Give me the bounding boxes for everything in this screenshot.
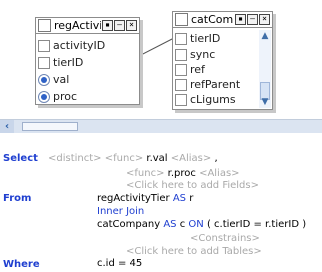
as-keyword: AS [172, 193, 187, 204]
table-header[interactable]: catComp ▪ – × [173, 12, 272, 28]
field-label: refParent [190, 78, 241, 91]
table-name[interactable]: catCompany [97, 219, 160, 230]
field-checkbox[interactable] [175, 48, 187, 61]
field-tierid[interactable]: tierID [173, 30, 272, 47]
from-table-2: catCompany AS c ON ( c.tierID = r.tierID… [97, 219, 306, 230]
field-selected-indicator[interactable] [38, 73, 50, 86]
field-checkbox[interactable] [175, 78, 187, 91]
arrow-up-icon[interactable]: ▲ [259, 30, 271, 42]
diagram-canvas[interactable]: regActivi ▪ – × activityID tierID val pr… [0, 0, 322, 119]
field-proc[interactable]: proc [36, 88, 139, 105]
field-selected-indicator[interactable] [38, 90, 50, 103]
close-button[interactable]: × [126, 20, 137, 31]
select-all-checkbox[interactable] [38, 19, 51, 32]
field-label: tierID [53, 56, 84, 69]
field-refparent[interactable]: refParent [173, 77, 272, 92]
field-expression[interactable]: r.val [146, 153, 167, 164]
table-alias[interactable]: c [180, 219, 186, 230]
field-val[interactable]: val [36, 71, 139, 88]
from-table-1: regActivityTier AS r [97, 193, 193, 204]
constraints-placeholder[interactable]: <Constrains> [190, 233, 260, 244]
field-tierid[interactable]: tierID [36, 54, 139, 71]
field-label: ref [190, 63, 205, 76]
minimize-button[interactable]: – [247, 14, 258, 25]
select-line-2: <func> r.proc <Alias> [126, 168, 240, 179]
table-box-catcompany[interactable]: catComp ▪ – × tierID sync ref refParent … [172, 11, 273, 110]
from-keyword[interactable]: From [3, 193, 31, 204]
as-keyword: AS [163, 219, 177, 230]
arrow-down-icon[interactable]: ▼ [259, 96, 271, 108]
field-cligums[interactable]: cLigums [173, 92, 272, 107]
field-checkbox[interactable] [175, 32, 187, 45]
on-keyword: ON [188, 219, 204, 230]
scroll-thumb[interactable] [22, 122, 78, 131]
field-label: tierID [190, 32, 221, 45]
add-tables-link[interactable]: <Click here to add Tables> [126, 246, 262, 257]
field-label: activityID [53, 39, 106, 52]
minimize-button[interactable]: – [114, 20, 125, 31]
table-header[interactable]: regActivi ▪ – × [36, 18, 139, 34]
select-line-1: <distinct> <func> r.val <Alias> , [48, 153, 218, 164]
alias-placeholder[interactable]: <Alias> [199, 168, 240, 179]
field-label: proc [53, 90, 78, 103]
field-sync[interactable]: sync [173, 47, 272, 62]
table-name[interactable]: regActivityTier [97, 193, 170, 204]
restore-button[interactable]: ▪ [102, 20, 113, 31]
field-label: sync [190, 48, 216, 61]
field-checkbox[interactable] [38, 39, 50, 52]
close-button[interactable]: × [259, 14, 270, 25]
where-keyword[interactable]: Where [3, 259, 40, 270]
select-keyword[interactable]: Select [3, 153, 38, 164]
table-alias[interactable]: r [189, 193, 193, 204]
field-label: val [53, 73, 70, 86]
distinct-placeholder[interactable]: <distinct> [48, 153, 102, 164]
func-placeholder[interactable]: <func> [126, 168, 164, 179]
table-title: regActivi [54, 19, 101, 32]
field-expression[interactable]: r.proc [168, 168, 196, 179]
where-condition[interactable]: c.id = 45 [97, 258, 142, 269]
field-label: cLigums [190, 93, 236, 106]
join-type[interactable]: Inner Join [97, 206, 144, 217]
field-separator: , [214, 153, 218, 164]
table-title: catComp [191, 13, 234, 26]
field-activityid[interactable]: activityID [36, 37, 139, 54]
field-ref[interactable]: ref [173, 62, 272, 77]
add-fields-link[interactable]: <Click here to add Fields> [126, 180, 259, 191]
chevron-left-icon[interactable]: ‹ [0, 120, 14, 133]
field-checkbox[interactable] [175, 93, 187, 106]
table-vertical-scrollbar[interactable]: ▲ ▼ [259, 30, 271, 108]
alias-placeholder[interactable]: <Alias> [171, 153, 212, 164]
select-all-checkbox[interactable] [175, 13, 188, 26]
table-box-regactivitytier[interactable]: regActivi ▪ – × activityID tierID val pr… [35, 17, 140, 105]
field-checkbox[interactable] [175, 63, 187, 76]
join-condition[interactable]: ( c.tierID = r.tierID ) [207, 219, 306, 230]
restore-button[interactable]: ▪ [235, 14, 246, 25]
func-placeholder[interactable]: <func> [105, 153, 143, 164]
field-checkbox[interactable] [38, 56, 50, 69]
diagram-horizontal-scrollbar[interactable]: ‹ [0, 119, 322, 133]
